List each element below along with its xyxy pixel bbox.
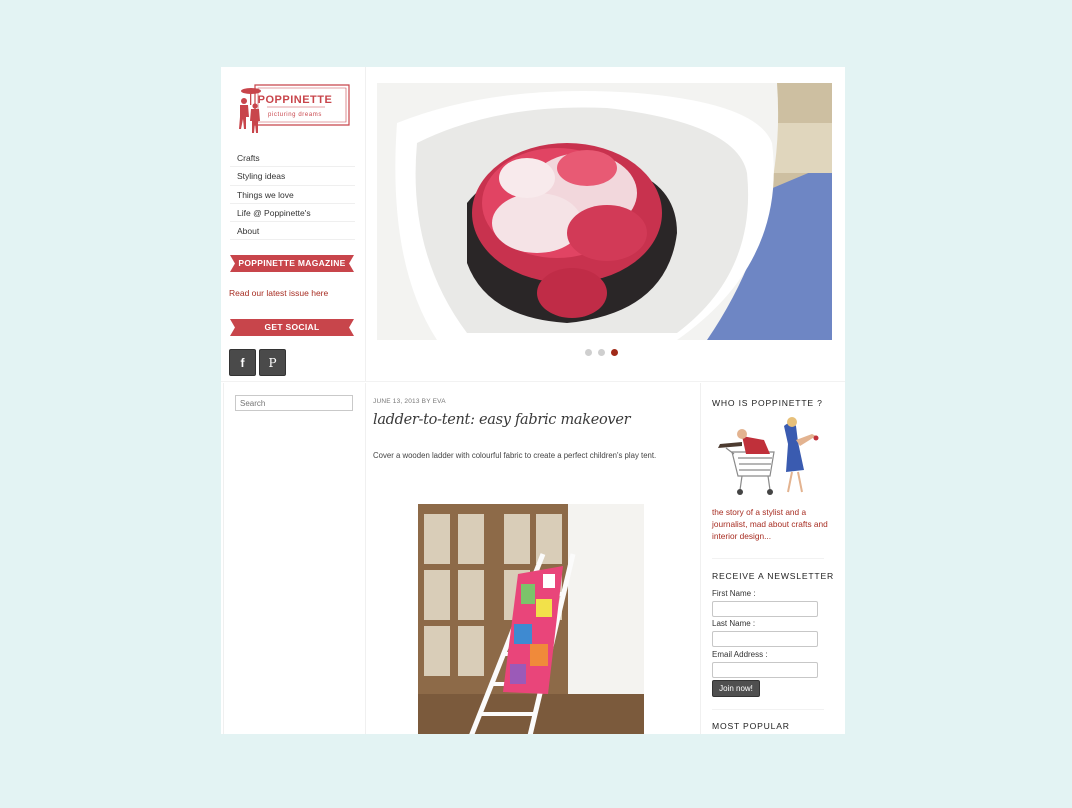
slider-dots [585,349,625,357]
email-field[interactable] [712,662,818,678]
most-popular-heading: MOST POPULAR [712,721,790,731]
slide-dot-1[interactable] [585,349,592,356]
logo-tagline: picturing dreams [268,112,322,118]
section-divider [221,381,845,382]
right-column-divider [700,383,701,734]
magazine-heading: POPPINETTE MAGAZINE [230,255,354,272]
who-is-poppinette-link[interactable]: the story of a stylist and a journalist,… [712,506,830,542]
hero-slide-image[interactable] [377,83,832,340]
page: POPPINETTE picturing dreams Crafts Styli… [221,67,845,734]
left-column-divider [365,383,366,734]
search-input[interactable] [235,395,353,411]
post-title[interactable]: ladder-to-tent: easy fabric makeover [373,412,631,428]
sidebar-separator-2 [712,709,824,710]
last-name-field[interactable] [712,631,818,647]
nav-life-at-poppinettes[interactable]: Life @ Poppinette's [230,204,355,223]
logo-wordmark: POPPINETTE [258,94,333,106]
sidebar-divider [365,67,366,381]
newsletter-heading: RECEIVE A NEWSLETTER [712,571,835,581]
nav-about[interactable]: About [230,222,355,241]
first-name-label: First Name : [712,589,756,598]
post-excerpt: Cover a wooden ladder with colourful fab… [373,451,657,460]
founders-photo[interactable] [712,414,827,497]
poppinette-logo[interactable]: POPPINETTE picturing dreams [233,81,353,139]
post-image[interactable] [418,504,644,734]
left-edge-line [223,383,224,734]
join-now-button[interactable]: Join now! [712,680,760,697]
magazine-link[interactable]: Read our latest issue here [229,288,328,298]
nav-things-we-love[interactable]: Things we love [230,186,355,204]
main-nav: Crafts Styling ideas Things we love Life… [230,149,355,241]
social-heading: GET SOCIAL [230,319,354,336]
who-is-poppinette-heading: WHO IS POPPINETTE ? [712,398,823,408]
pinterest-icon[interactable]: P [259,349,286,376]
sidebar-separator [712,558,824,559]
slide-dot-3[interactable] [611,349,618,356]
slide-dot-2[interactable] [598,349,605,356]
last-name-label: Last Name : [712,619,756,628]
nav-styling-ideas[interactable]: Styling ideas [230,167,355,186]
post-meta: JUNE 13, 2013 BY EVA [373,398,446,405]
facebook-icon[interactable]: f [229,349,256,376]
first-name-field[interactable] [712,601,818,617]
email-label: Email Address : [712,650,768,659]
nav-crafts[interactable]: Crafts [230,149,355,168]
